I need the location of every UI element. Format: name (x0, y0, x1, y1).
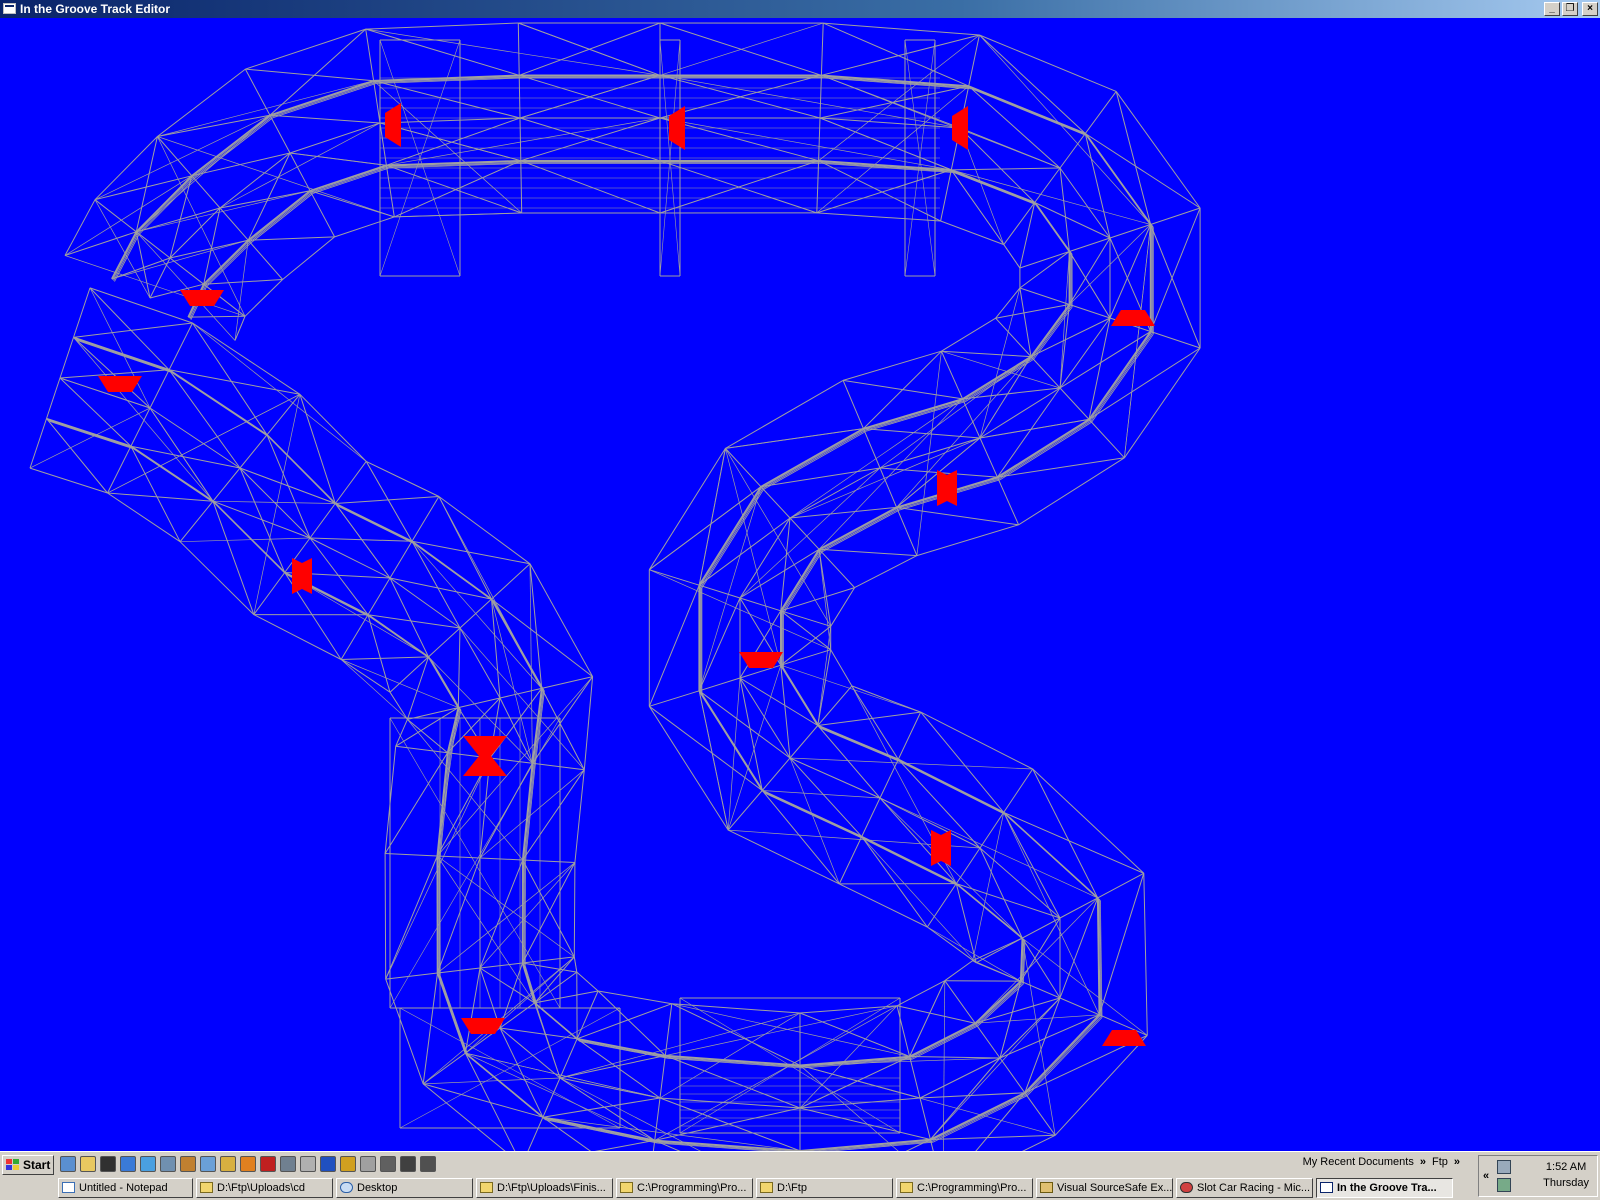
taskbar-button[interactable]: D:\Ftp\Uploads\Finis... (476, 1178, 613, 1198)
slot-icon (1180, 1182, 1193, 1193)
taskbar-button-label: Slot Car Racing - Mic... (1197, 1182, 1311, 1194)
tools-icon[interactable] (160, 1156, 176, 1172)
minimize-button[interactable]: _ (1544, 2, 1560, 16)
taskbar: Start My Recent Documents » Ftp » Untitl… (0, 1151, 1600, 1200)
taskbar-button-label: C:\Programming\Pro... (637, 1182, 747, 1194)
taskbar-button[interactable]: Desktop (336, 1178, 473, 1198)
taskbar-button[interactable]: Visual SourceSafe Ex... (1036, 1178, 1173, 1198)
taskbar-button[interactable]: In the Groove Tra... (1316, 1178, 1453, 1198)
taskbar-button-label: D:\Ftp\Uploads\cd (217, 1182, 306, 1194)
vlc-icon[interactable] (240, 1156, 256, 1172)
app-icon (1320, 1182, 1333, 1193)
system-tray: « 1:52 AM Thursday (1478, 1155, 1598, 1197)
calc-icon[interactable] (300, 1156, 316, 1172)
camera-icon[interactable] (380, 1156, 396, 1172)
ie-icon (340, 1182, 353, 1193)
taskbar-button[interactable]: C:\Programming\Pro... (896, 1178, 1033, 1198)
network-icon[interactable] (1497, 1160, 1511, 1174)
start-button[interactable]: Start (2, 1155, 54, 1175)
ftp-toolbar[interactable]: Ftp (1432, 1156, 1448, 1168)
start-label: Start (23, 1158, 51, 1172)
taskbar-button[interactable]: Slot Car Racing - Mic... (1176, 1178, 1313, 1198)
track-marker[interactable] (180, 290, 224, 306)
app-window-icon[interactable] (3, 3, 16, 14)
folder-icon (760, 1182, 773, 1193)
track-marker[interactable] (463, 736, 507, 756)
save-icon[interactable] (360, 1156, 376, 1172)
refresh-icon[interactable] (140, 1156, 156, 1172)
tray-expand-icon[interactable]: « (1483, 1170, 1489, 1182)
title-bar[interactable]: In the Groove Track Editor _ ❐ × (0, 0, 1600, 18)
volume-icon[interactable] (1497, 1178, 1511, 1192)
folder-icon (480, 1182, 493, 1193)
track-marker[interactable] (98, 376, 142, 392)
track-viewport[interactable] (0, 18, 1600, 1151)
window-title: In the Groove Track Editor (20, 2, 171, 16)
track-marker[interactable] (385, 103, 401, 147)
chevron-right-icon[interactable]: » (1454, 1156, 1460, 1168)
close-button[interactable]: × (1582, 2, 1598, 16)
notepad-icon[interactable] (200, 1156, 216, 1172)
taskbar-button-label: In the Groove Tra... (1337, 1182, 1437, 1194)
user-icon[interactable] (180, 1156, 196, 1172)
chip-icon[interactable] (400, 1156, 416, 1172)
windows-logo-icon (6, 1159, 19, 1170)
clock-time: 1:52 AM (1545, 1161, 1587, 1173)
track-marker[interactable] (739, 652, 783, 668)
taskbar-button[interactable]: C:\Programming\Pro... (616, 1178, 753, 1198)
taskbar-button-label: Visual SourceSafe Ex... (1057, 1182, 1173, 1194)
lightning-icon[interactable] (220, 1156, 236, 1172)
taskbar-button-label: D:\Ftp\Uploads\Finis... (497, 1182, 606, 1194)
cmd-icon[interactable] (100, 1156, 116, 1172)
ie2-icon[interactable] (120, 1156, 136, 1172)
taskbar-button[interactable]: D:\Ftp\Uploads\cd (196, 1178, 333, 1198)
track-marker[interactable] (1111, 310, 1155, 326)
notepad-icon (62, 1182, 75, 1193)
taskbar-button-label: Untitled - Notepad (79, 1182, 168, 1194)
clock[interactable]: 1:52 AM Thursday (1543, 1159, 1589, 1191)
acrobat-icon[interactable] (260, 1156, 276, 1172)
quick-launch-bar (60, 1156, 436, 1172)
taskbar-button-label: D:\Ftp (777, 1182, 807, 1194)
chevron-right-icon[interactable]: » (1420, 1156, 1426, 1168)
media-icon[interactable] (340, 1156, 356, 1172)
folder-icon (620, 1182, 633, 1193)
link-icon[interactable] (280, 1156, 296, 1172)
yahoo-icon[interactable] (320, 1156, 336, 1172)
folder-icon (200, 1182, 213, 1193)
track-marker[interactable] (952, 106, 968, 150)
restore-button[interactable]: ❐ (1562, 2, 1578, 16)
folder-icon[interactable] (80, 1156, 96, 1172)
vss-icon (1040, 1182, 1053, 1193)
track-wireframe[interactable] (0, 18, 1600, 1151)
settings-icon[interactable] (420, 1156, 436, 1172)
clock-day: Thursday (1543, 1177, 1589, 1189)
taskbar-button-label: C:\Programming\Pro... (917, 1182, 1027, 1194)
folder-icon (900, 1182, 913, 1193)
track-marker[interactable] (461, 1018, 505, 1034)
ie-icon[interactable] (60, 1156, 76, 1172)
taskbar-button[interactable]: D:\Ftp (756, 1178, 893, 1198)
recent-documents-toolbar[interactable]: My Recent Documents (1303, 1156, 1414, 1168)
taskbar-button-label: Desktop (357, 1182, 398, 1194)
taskbar-button[interactable]: Untitled - Notepad (58, 1178, 193, 1198)
